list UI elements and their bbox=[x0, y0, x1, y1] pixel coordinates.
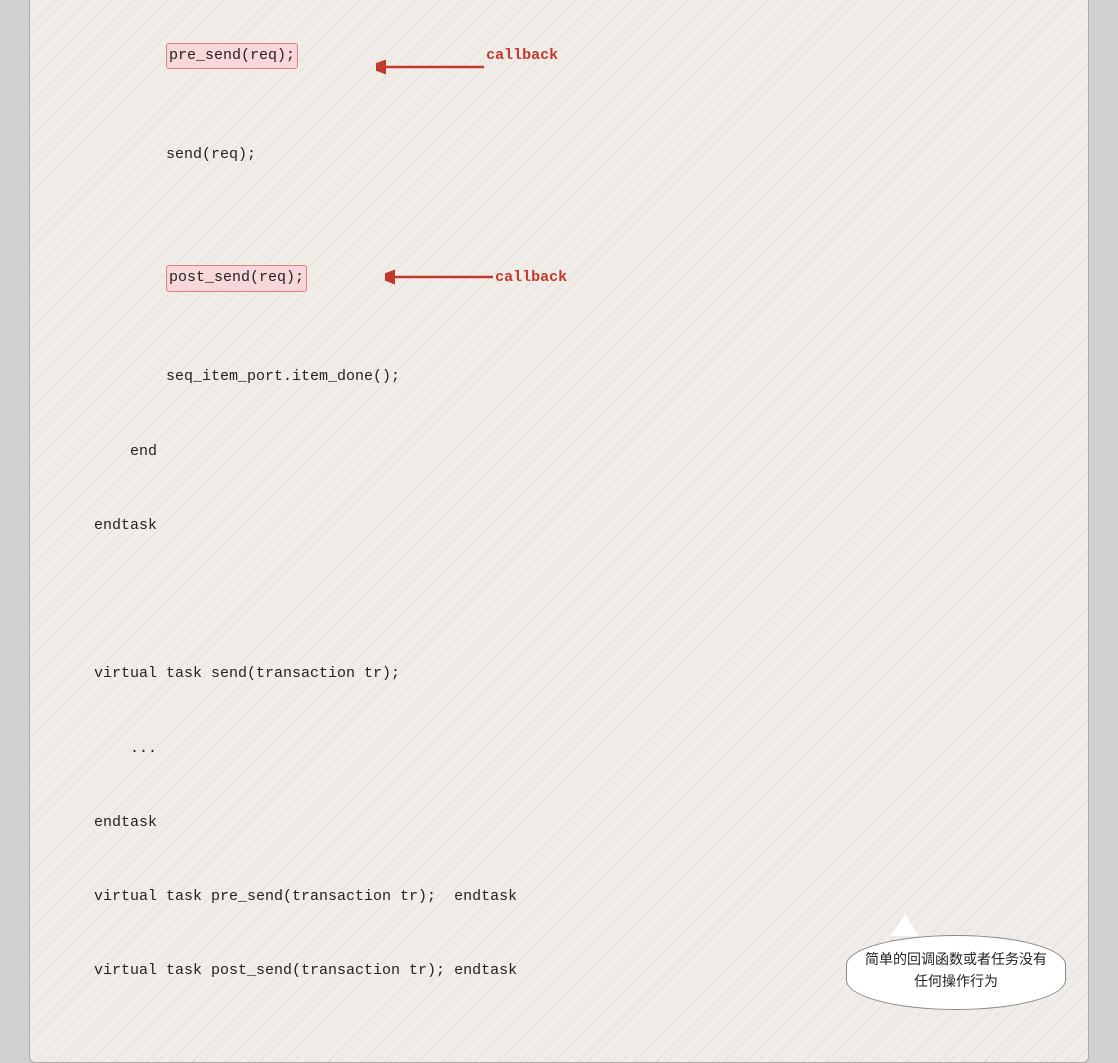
code-line-9: seq_item_port.item_done(); bbox=[58, 365, 1060, 390]
code-line-17: virtual task post_send(transaction tr); … bbox=[58, 959, 1060, 984]
code-line-pre-send: pre_send(req); callback bbox=[58, 44, 1060, 69]
code-block: class driver extends uvm_driver #(transa… bbox=[58, 0, 1060, 1034]
code-line-10: end bbox=[58, 440, 1060, 465]
arrow-post-send bbox=[385, 267, 495, 287]
code-line-post-send: post_send(req); callback bbox=[58, 266, 1060, 291]
arrow-pre-send bbox=[376, 57, 486, 77]
main-container: 在主操作行为前后嵌入简单的没有任何实质性的callback函数或者任务 简单的回… bbox=[29, 0, 1089, 1063]
code-line-13: virtual task send(transaction tr); bbox=[58, 662, 1060, 687]
callback-label-1: callback bbox=[486, 44, 558, 69]
code-line-15: endtask bbox=[58, 811, 1060, 836]
code-line-16: virtual task pre_send(transaction tr); e… bbox=[58, 885, 1060, 910]
callback-label-2: callback bbox=[495, 266, 567, 291]
post-send-highlight: post_send(req); bbox=[166, 265, 307, 292]
code-line-14: ... bbox=[58, 737, 1060, 762]
code-line-12 bbox=[58, 588, 1060, 613]
pre-send-highlight: pre_send(req); bbox=[166, 43, 298, 70]
code-line-7: send(req); bbox=[58, 143, 1060, 168]
code-line-11: endtask bbox=[58, 514, 1060, 539]
